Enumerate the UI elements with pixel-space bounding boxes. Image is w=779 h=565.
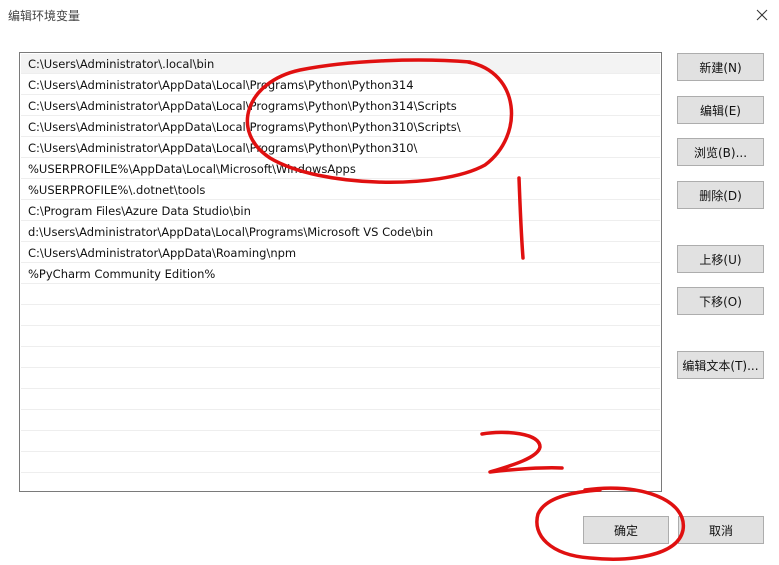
empty-row[interactable]: [21, 285, 660, 305]
edit-button[interactable]: 编辑(E): [677, 96, 764, 124]
empty-row[interactable]: [21, 327, 660, 347]
empty-row[interactable]: [21, 453, 660, 473]
empty-row[interactable]: [21, 411, 660, 431]
list-item[interactable]: C:\Users\Administrator\AppData\Local\Pro…: [21, 138, 660, 158]
ok-button[interactable]: 确定: [583, 516, 669, 544]
title-bar: 编辑环境变量: [0, 0, 779, 30]
list-item[interactable]: C:\Program Files\Azure Data Studio\bin: [21, 201, 660, 221]
list-item[interactable]: C:\Users\Administrator\AppData\Roaming\n…: [21, 243, 660, 263]
move-up-button[interactable]: 上移(U): [677, 245, 764, 273]
list-item[interactable]: d:\Users\Administrator\AppData\Local\Pro…: [21, 222, 660, 242]
list-item[interactable]: %PyCharm Community Edition%: [21, 264, 660, 284]
list-item[interactable]: C:\Users\Administrator\.local\bin: [21, 54, 660, 74]
list-item[interactable]: %USERPROFILE%\.dotnet\tools: [21, 180, 660, 200]
empty-row[interactable]: [21, 432, 660, 452]
edit-text-button[interactable]: 编辑文本(T)...: [677, 351, 764, 379]
list-item[interactable]: %USERPROFILE%\AppData\Local\Microsoft\Wi…: [21, 159, 660, 179]
empty-row[interactable]: [21, 348, 660, 368]
move-down-button[interactable]: 下移(O): [677, 287, 764, 315]
empty-row[interactable]: [21, 390, 660, 410]
window-title: 编辑环境变量: [8, 9, 81, 23]
list-item[interactable]: C:\Users\Administrator\AppData\Local\Pro…: [21, 96, 660, 116]
list-item[interactable]: C:\Users\Administrator\AppData\Local\Pro…: [21, 117, 660, 137]
path-list[interactable]: C:\Users\Administrator\.local\bin C:\Use…: [19, 52, 662, 492]
list-item[interactable]: C:\Users\Administrator\AppData\Local\Pro…: [21, 75, 660, 95]
edit-env-variables-dialog: 编辑环境变量 C:\Users\Administrator\.local\bin…: [0, 0, 779, 565]
close-icon: [756, 9, 768, 21]
empty-row[interactable]: [21, 306, 660, 326]
delete-button[interactable]: 删除(D): [677, 181, 764, 209]
new-button[interactable]: 新建(N): [677, 53, 764, 81]
cancel-button[interactable]: 取消: [678, 516, 764, 544]
close-button[interactable]: [749, 2, 775, 28]
browse-button[interactable]: 浏览(B)...: [677, 138, 764, 166]
empty-row[interactable]: [21, 369, 660, 389]
